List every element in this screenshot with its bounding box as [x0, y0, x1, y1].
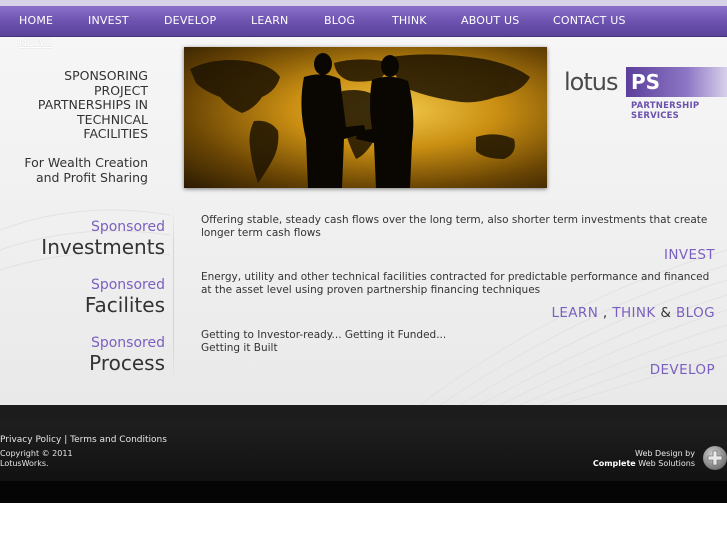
copyright-line: LotusWorks. — [0, 458, 49, 468]
designer-badge-icon[interactable] — [703, 446, 727, 470]
section-facilities-description: Energy, utility and other technical faci… — [201, 271, 710, 296]
link-separator: & — [660, 305, 672, 321]
section-kicker: Sponsored — [90, 219, 165, 235]
section-process-links: DEVELOP — [650, 362, 715, 378]
tagline-line: FACILITIES — [83, 126, 148, 142]
tagline-line: PROJECT — [93, 82, 148, 98]
nav-think[interactable]: THINK — [392, 6, 427, 37]
nav-news[interactable]: NEWS — [19, 37, 52, 49]
section-process-description: Getting to Investor-ready... Getting it … — [201, 329, 721, 355]
section-title: Facilites — [84, 293, 165, 317]
footer-links: Privacy Policy | Terms and Conditions — [0, 435, 167, 446]
nav-blog[interactable]: BLOG — [324, 6, 355, 37]
person-left-head — [314, 53, 332, 75]
invest-link[interactable]: INVEST — [664, 247, 715, 263]
continent-south-america — [249, 120, 279, 183]
nav-learn[interactable]: LEARN — [251, 6, 288, 37]
credit-company-rest: Web Solutions — [638, 459, 695, 468]
footer: Privacy Policy | Terms and Conditions Co… — [0, 421, 727, 481]
footer-top-band — [0, 405, 727, 421]
plus-badge-icon — [707, 450, 723, 466]
privacy-policy-link[interactable]: Privacy Policy — [0, 435, 61, 445]
world-map-handshake-illustration — [190, 53, 530, 188]
tagline-line: TECHNICAL — [77, 111, 148, 127]
continent-north-america — [190, 60, 280, 113]
logo-mark: PS — [631, 70, 661, 94]
logo-subtitle-line: PARTNERSHIP — [631, 101, 700, 111]
credit-company: Complete Web Solutions — [593, 459, 695, 469]
nav-about-us[interactable]: ABOUT US — [461, 6, 519, 37]
logo-mark-box: PS — [626, 67, 727, 97]
copyright: Copyright © 2011 LotusWorks. — [0, 449, 90, 468]
section-kicker: Sponsored — [90, 277, 165, 293]
copyright-line: Copyright © 2011 — [0, 449, 73, 458]
section-investments-heading: Sponsored Investments — [41, 219, 165, 259]
footer-link-separator: | — [64, 435, 68, 445]
main-nav: HOME INVEST DEVELOP LEARN BLOG THINK ABO… — [0, 6, 727, 37]
link-separator: , — [602, 305, 608, 321]
section-process-heading: Sponsored Process — [89, 335, 165, 375]
section-investments-description: Offering stable, steady cash flows over … — [201, 214, 708, 239]
learn-link[interactable]: LEARN — [551, 305, 598, 321]
logo-subtitle-line: SERVICES — [631, 111, 679, 121]
terms-link[interactable]: Terms and Conditions — [70, 435, 167, 445]
think-link[interactable]: THINK — [612, 305, 655, 321]
nav-invest[interactable]: INVEST — [88, 6, 129, 37]
nav-develop[interactable]: DEVELOP — [164, 6, 216, 37]
develop-link[interactable]: DEVELOP — [650, 362, 715, 378]
credit-line: Web Design by — [635, 449, 695, 458]
nav-home[interactable]: HOME — [19, 6, 53, 37]
section-title: Investments — [41, 235, 165, 259]
section-facilities-links: LEARN , THINK & BLOG — [551, 305, 715, 321]
hero-image-handshake — [184, 47, 547, 188]
continent-australia — [476, 134, 515, 159]
section-investments-links: INVEST — [664, 247, 715, 263]
blog-link[interactable]: BLOG — [676, 305, 715, 321]
logo-wordmark: lotus — [564, 68, 618, 96]
description-line: Getting to Investor-ready... Getting it … — [201, 329, 447, 341]
section-divider — [173, 210, 174, 382]
sub-tagline-line: and Profit Sharing — [35, 169, 148, 185]
credit-company-bold: Complete — [592, 459, 636, 468]
sub-tagline: For Wealth Creation and Profit Sharing — [10, 155, 148, 185]
logo-subtitle: PARTNERSHIP SERVICES — [631, 101, 699, 121]
web-design-credit[interactable]: Web Design by Complete Web Solutions — [593, 449, 695, 469]
nav-contact-us[interactable]: CONTACT US — [553, 6, 626, 37]
tagline-line: SPONSORING — [64, 68, 148, 83]
footer-bottom-band — [0, 481, 727, 503]
person-right-head — [381, 55, 399, 77]
lotus-ps-logo[interactable]: lotus PS PARTNERSHIP SERVICES — [563, 66, 727, 126]
section-facilities-heading: Sponsored Facilites — [85, 277, 165, 317]
section-title: Process — [89, 351, 165, 375]
sub-tagline-line: For Wealth Creation — [24, 155, 148, 170]
section-kicker: Sponsored — [90, 335, 165, 351]
tagline-line: PARTNERSHIPS IN — [37, 97, 148, 113]
description-line: Getting it Built — [201, 342, 278, 354]
tagline: SPONSORING PROJECT PARTNERSHIPS IN TECHN… — [20, 68, 148, 142]
